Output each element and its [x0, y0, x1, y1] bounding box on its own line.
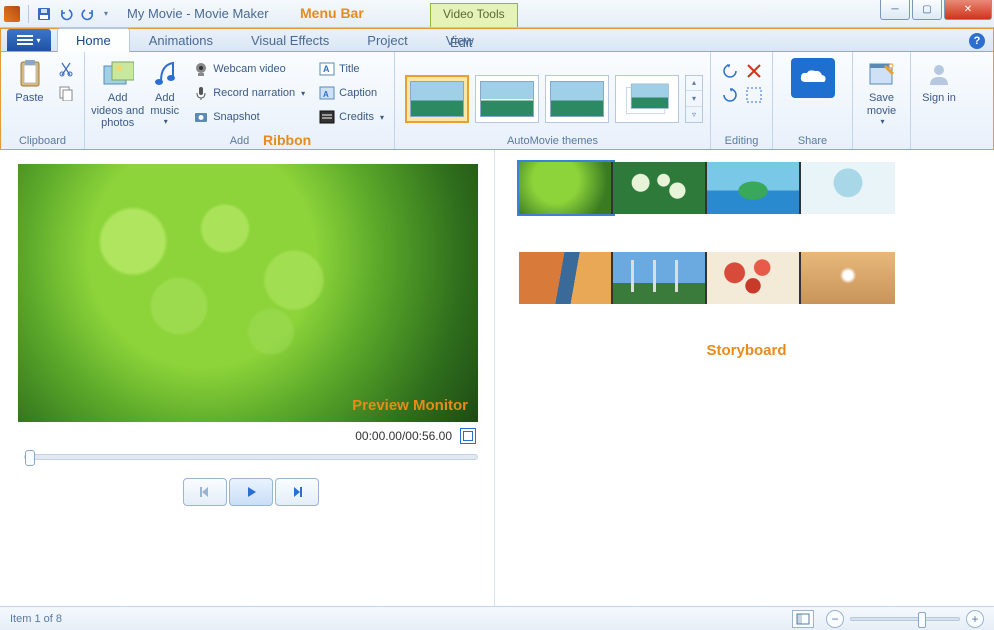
webcam-video-button[interactable]: Webcam video: [189, 58, 309, 80]
main-area: Preview Monitor 00:00.00/00:56.00 Storyb…: [0, 150, 994, 606]
help-icon[interactable]: ?: [969, 33, 985, 49]
qat-customize-button[interactable]: ▾: [100, 4, 112, 24]
tab-animations[interactable]: Animations: [130, 28, 232, 52]
annotation-menu-bar: Menu Bar: [300, 5, 364, 21]
svg-text:A: A: [323, 90, 329, 99]
paste-label: Paste: [15, 92, 43, 105]
status-item-count: Item 1 of 8: [10, 613, 62, 625]
file-menu-button[interactable]: ▾: [7, 29, 51, 51]
storyboard-clip-4[interactable]: [801, 162, 895, 214]
preview-pane: Preview Monitor 00:00.00/00:56.00: [0, 150, 495, 606]
rotate-left-icon[interactable]: [721, 62, 739, 80]
save-movie-label: Save movie: [859, 92, 904, 117]
annotation-ribbon: Ribbon: [263, 132, 311, 148]
group-label-share: Share: [773, 135, 852, 149]
add-videos-label: Add videos and photos: [91, 92, 144, 130]
fullscreen-icon[interactable]: [460, 428, 476, 444]
annotation-storyboard: Storyboard: [519, 342, 974, 359]
record-narration-button[interactable]: Record narration▾: [189, 82, 309, 104]
sign-in-label: Sign in: [922, 92, 956, 105]
window-title: My Movie - Movie Maker: [127, 6, 269, 21]
storyboard-clip-7[interactable]: [707, 252, 801, 304]
sign-in-button[interactable]: Sign in: [917, 56, 961, 135]
add-music-button[interactable]: Add music▾: [144, 56, 185, 135]
maximize-button[interactable]: ▢: [912, 0, 942, 20]
status-bar: Item 1 of 8 − +: [0, 606, 994, 630]
caption-button[interactable]: ACaption: [315, 82, 388, 104]
snapshot-button[interactable]: Snapshot: [189, 106, 309, 128]
group-label-editing: Editing: [711, 135, 772, 149]
automovie-theme-1[interactable]: [405, 75, 469, 123]
automovie-theme-3[interactable]: [545, 75, 609, 123]
play-button[interactable]: [229, 478, 273, 506]
zoom-out-button[interactable]: −: [826, 610, 844, 628]
svg-text:A: A: [323, 64, 330, 74]
storyboard-row-2: [519, 252, 974, 304]
paste-button[interactable]: Paste: [7, 56, 52, 135]
zoom-in-button[interactable]: +: [966, 610, 984, 628]
title-button[interactable]: ATitle: [315, 58, 388, 80]
storyboard-clip-6[interactable]: [613, 252, 707, 304]
storyboard-clip-5[interactable]: [519, 252, 613, 304]
qat-redo-button[interactable]: [78, 4, 98, 24]
select-all-icon[interactable]: [745, 86, 763, 104]
cut-button[interactable]: [54, 58, 78, 80]
qat-save-button[interactable]: [34, 4, 54, 24]
minimize-button[interactable]: ─: [880, 0, 910, 20]
add-music-label: Add music: [144, 92, 185, 117]
automovie-theme-2[interactable]: [475, 75, 539, 123]
group-label-add: Add: [85, 135, 394, 149]
preview-monitor[interactable]: Preview Monitor: [18, 164, 478, 422]
ribbon: Paste Clipboard Add videos and photos Ad…: [0, 52, 994, 150]
zoom-slider[interactable]: [850, 617, 960, 621]
storyboard-clip-8[interactable]: [801, 252, 895, 304]
copy-button[interactable]: [54, 82, 78, 104]
group-label-automovie: AutoMovie themes: [395, 135, 710, 149]
tab-project[interactable]: Project: [348, 28, 426, 52]
group-label-clipboard: Clipboard: [1, 135, 84, 149]
storyboard-row-1: [519, 162, 974, 214]
seek-slider[interactable]: [24, 454, 478, 460]
close-button[interactable]: ✕: [944, 0, 992, 20]
storyboard-clip-1[interactable]: [519, 162, 613, 214]
prev-frame-button[interactable]: [183, 478, 227, 506]
share-onedrive-button[interactable]: [785, 56, 841, 135]
preview-time-display: 00:00.00/00:56.00: [355, 429, 452, 443]
storyboard-pane[interactable]: Storyboard: [495, 150, 994, 606]
rotate-right-icon[interactable]: [721, 86, 739, 104]
tab-home[interactable]: Home: [57, 28, 130, 52]
tab-edit[interactable]: Edit: [431, 30, 491, 54]
storyboard-clip-3[interactable]: [707, 162, 801, 214]
add-videos-photos-button[interactable]: Add videos and photos: [91, 56, 144, 135]
view-toggle-button[interactable]: [792, 610, 814, 628]
next-frame-button[interactable]: [275, 478, 319, 506]
app-icon: [4, 6, 20, 22]
automovie-theme-scroll[interactable]: ▴▾▿: [685, 75, 703, 123]
storyboard-clip-2[interactable]: [613, 162, 707, 214]
tabs-row: ▾ Home Animations Visual Effects Project…: [0, 28, 994, 52]
automovie-theme-4[interactable]: [615, 75, 679, 123]
annotation-preview: Preview Monitor: [352, 397, 468, 414]
remove-icon[interactable]: [745, 62, 763, 80]
title-bar: ▾ My Movie - Movie Maker Menu Bar Video …: [0, 0, 994, 28]
credits-button[interactable]: Credits▾: [315, 106, 388, 128]
contextual-tab-video-tools[interactable]: Video Tools: [430, 3, 518, 27]
tab-visual-effects[interactable]: Visual Effects: [232, 28, 348, 52]
save-movie-button[interactable]: Save movie▾: [859, 56, 904, 135]
qat-undo-button[interactable]: [56, 4, 76, 24]
